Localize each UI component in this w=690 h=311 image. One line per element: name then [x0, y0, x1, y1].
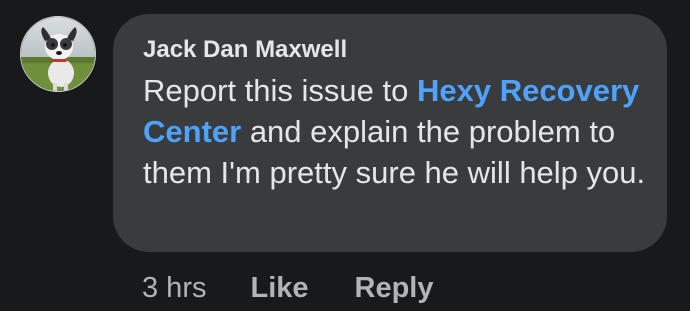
- comment-timestamp[interactable]: 3 hrs: [142, 272, 206, 305]
- comment-actions: 3 hrs Like Reply: [142, 268, 480, 308]
- comment: Jack Dan Maxwell Report this issue to He…: [0, 0, 690, 311]
- reply-button[interactable]: Reply: [355, 272, 434, 305]
- comment-text: Report this issue to Hexy Recovery Cente…: [143, 70, 647, 193]
- dog-avatar-icon: [21, 17, 95, 91]
- comment-text-before: Report this issue to: [143, 73, 417, 108]
- like-button[interactable]: Like: [250, 272, 308, 305]
- comment-bubble: Jack Dan Maxwell Report this issue to He…: [113, 14, 667, 252]
- comment-author[interactable]: Jack Dan Maxwell: [143, 34, 647, 66]
- avatar[interactable]: [20, 16, 96, 92]
